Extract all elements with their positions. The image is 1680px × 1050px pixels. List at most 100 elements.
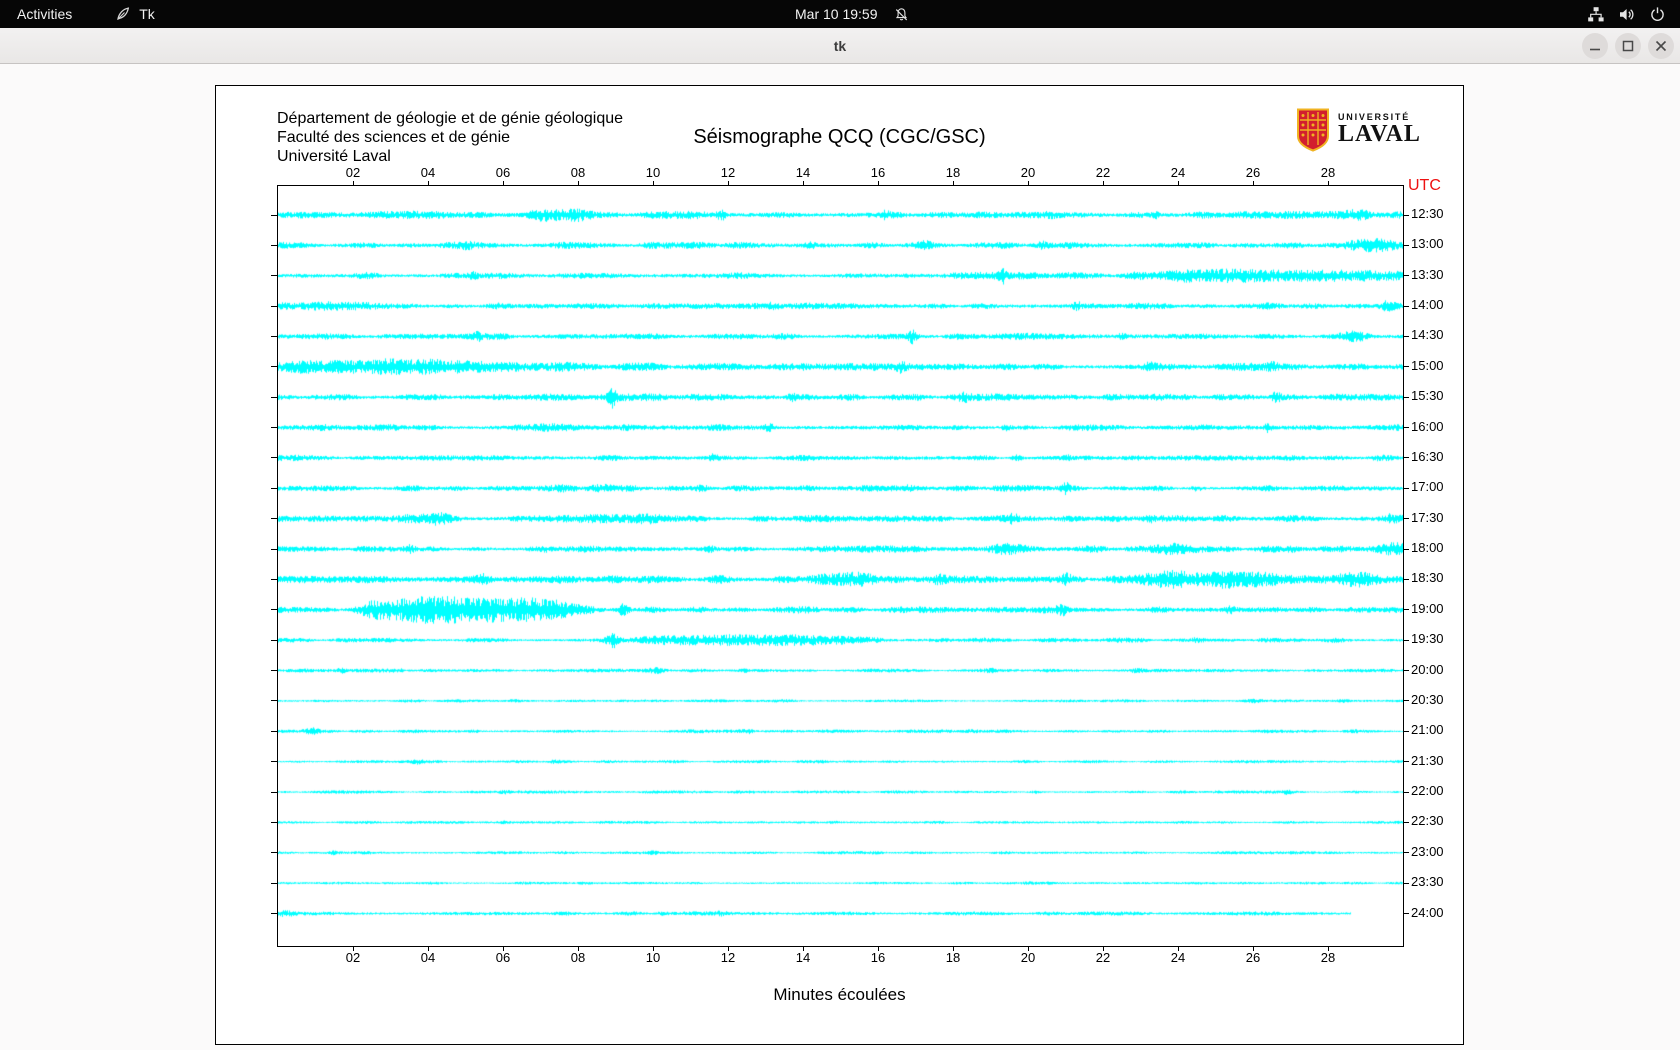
restore-icon: [1615, 33, 1641, 59]
y-tick-left: [271, 913, 277, 914]
y-tick-left: [271, 792, 277, 793]
power-icon: [1649, 6, 1666, 23]
x-tick-top: [353, 181, 354, 186]
clock-button[interactable]: Mar 10 19:59: [795, 0, 909, 28]
x-tick-label-top: 18: [935, 165, 971, 180]
top-bar: Activities Tk Mar 10 19:59: [0, 0, 1680, 28]
y-tick-right: [1403, 488, 1409, 489]
time-label: 12:30: [1411, 207, 1444, 221]
time-label: 14:30: [1411, 328, 1444, 342]
x-tick-label-top: 12: [710, 165, 746, 180]
x-tick-label-bottom: 08: [560, 950, 596, 965]
y-tick-right: [1403, 366, 1409, 367]
y-tick-right: [1403, 913, 1409, 914]
y-tick-right: [1403, 700, 1409, 701]
time-label: 15:30: [1411, 389, 1444, 403]
close-icon: [1648, 33, 1674, 59]
y-tick-right: [1403, 731, 1409, 732]
x-tick-label-bottom: 04: [410, 950, 446, 965]
time-label: 16:00: [1411, 420, 1444, 434]
x-tick-label-top: 06: [485, 165, 521, 180]
x-tick-label-top: 26: [1235, 165, 1271, 180]
minimize-button[interactable]: [1582, 33, 1608, 59]
seismogram-canvas: [278, 186, 1403, 946]
universite-laval-logo: UNIVERSITÉ LAVAL: [1296, 108, 1421, 152]
x-tick-top: [953, 181, 954, 186]
minimize-icon: [1582, 33, 1608, 59]
activities-button[interactable]: Activities: [0, 0, 89, 28]
y-tick-left: [271, 852, 277, 853]
x-tick-label-top: 14: [785, 165, 821, 180]
time-label: 13:00: [1411, 237, 1444, 251]
time-label: 20:30: [1411, 693, 1444, 707]
plot-title: Séismographe QCQ (CGC/GSC): [216, 126, 1463, 149]
x-tick-label-top: 04: [410, 165, 446, 180]
y-tick-right: [1403, 670, 1409, 671]
x-tick-top: [728, 181, 729, 186]
x-tick-top: [1178, 181, 1179, 186]
y-tick-right: [1403, 609, 1409, 610]
y-tick-right: [1403, 306, 1409, 307]
y-tick-left: [271, 670, 277, 671]
time-label: 20:00: [1411, 663, 1444, 677]
x-tick-label-top: 16: [860, 165, 896, 180]
y-tick-right: [1403, 549, 1409, 550]
y-tick-left: [271, 549, 277, 550]
x-tick-label-bottom: 24: [1160, 950, 1196, 965]
y-tick-right: [1403, 852, 1409, 853]
time-label: 18:00: [1411, 541, 1444, 555]
window-titlebar[interactable]: tk: [0, 28, 1680, 64]
y-tick-left: [271, 761, 277, 762]
time-label: 19:00: [1411, 602, 1444, 616]
x-tick-label-bottom: 14: [785, 950, 821, 965]
tk-feather-icon: [115, 6, 131, 22]
utc-label: UTC: [1408, 177, 1441, 195]
x-tick-label-top: 08: [560, 165, 596, 180]
app-indicator-tk[interactable]: Tk: [103, 0, 167, 28]
x-tick-top: [803, 181, 804, 186]
network-icon: [1587, 6, 1605, 23]
x-tick-label-top: 22: [1085, 165, 1121, 180]
y-tick-left: [271, 488, 277, 489]
y-tick-left: [271, 245, 277, 246]
app-indicator-label: Tk: [139, 6, 155, 22]
time-label: 23:30: [1411, 875, 1444, 889]
time-label: 24:00: [1411, 906, 1444, 920]
close-button[interactable]: [1648, 33, 1674, 59]
window-controls: [1582, 33, 1674, 59]
notifications-off-icon: [894, 7, 909, 22]
x-tick-top: [1028, 181, 1029, 186]
x-tick-label-bottom: 22: [1085, 950, 1121, 965]
header-line-3: Université Laval: [277, 147, 623, 166]
y-tick-left: [271, 518, 277, 519]
y-tick-right: [1403, 792, 1409, 793]
x-tick-top: [878, 181, 879, 186]
system-status-area[interactable]: [1587, 0, 1666, 28]
x-tick-top: [653, 181, 654, 186]
x-tick-label-bottom: 18: [935, 950, 971, 965]
y-tick-right: [1403, 215, 1409, 216]
y-tick-right: [1403, 822, 1409, 823]
y-tick-right: [1403, 245, 1409, 246]
time-label: 22:00: [1411, 784, 1444, 798]
x-tick-top: [1328, 181, 1329, 186]
time-label: 23:00: [1411, 845, 1444, 859]
y-tick-right: [1403, 397, 1409, 398]
window-title: tk: [834, 38, 846, 54]
y-tick-right: [1403, 518, 1409, 519]
y-tick-right: [1403, 275, 1409, 276]
x-tick-top: [578, 181, 579, 186]
x-tick-label-top: 10: [635, 165, 671, 180]
x-tick-label-top: 24: [1160, 165, 1196, 180]
x-tick-label-top: 20: [1010, 165, 1046, 180]
x-tick-label-bottom: 16: [860, 950, 896, 965]
y-tick-left: [271, 427, 277, 428]
time-label: 15:00: [1411, 359, 1444, 373]
restore-button[interactable]: [1615, 33, 1641, 59]
time-label: 21:30: [1411, 754, 1444, 768]
time-label: 22:30: [1411, 814, 1444, 828]
logo-laval-text: LAVAL: [1338, 122, 1421, 146]
y-tick-right: [1403, 640, 1409, 641]
x-tick-label-bottom: 12: [710, 950, 746, 965]
x-tick-label-top: 02: [335, 165, 371, 180]
